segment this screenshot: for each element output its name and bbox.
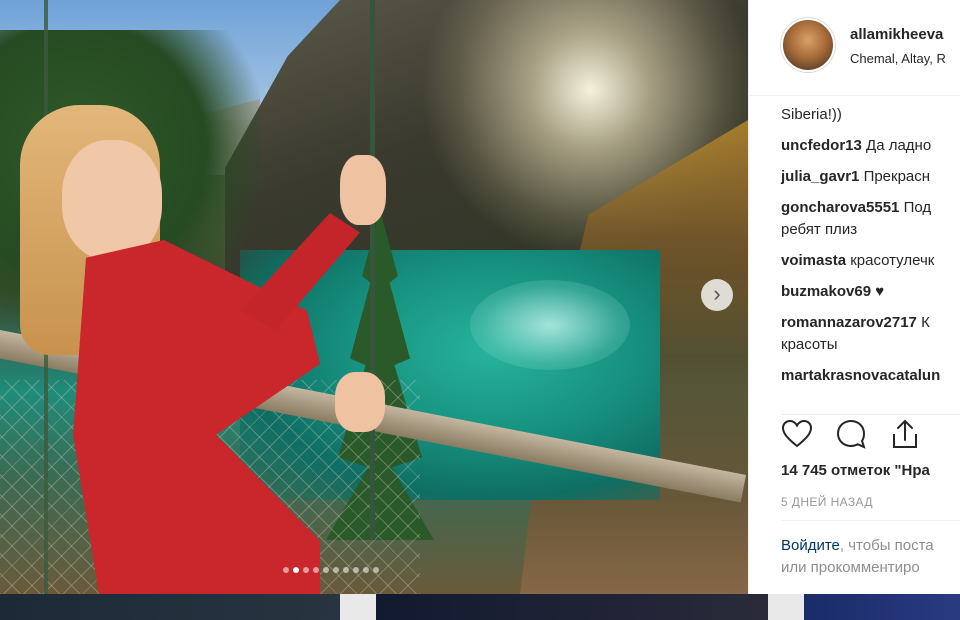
login-link[interactable]: Войдите <box>781 537 840 554</box>
comment-bubble-icon <box>836 419 866 449</box>
photo-rope-right <box>370 0 375 540</box>
share-button[interactable] <box>889 417 921 451</box>
photo-woman-hand-upper <box>340 155 386 225</box>
carousel-dot <box>373 567 379 573</box>
share-upload-icon <box>893 419 917 448</box>
comment-username[interactable]: romannazarov2717 <box>781 314 917 331</box>
comment-username[interactable]: voimasta <box>781 252 846 269</box>
related-thumb[interactable] <box>0 594 340 620</box>
related-thumb[interactable] <box>340 594 376 620</box>
heart-icon <box>781 419 813 448</box>
carousel-dot <box>303 567 309 573</box>
comment-text: Под <box>903 199 932 216</box>
comment-username[interactable]: martakrasnovacatalun <box>781 367 940 384</box>
carousel-dot <box>313 567 319 573</box>
comment-text-continued: красоты <box>781 336 838 353</box>
post-username[interactable]: allamikheeva <box>850 26 943 43</box>
comment-username[interactable]: uncfedor13 <box>781 137 862 154</box>
comment-button[interactable] <box>835 417 867 451</box>
login-text: , чтобы поста <box>839 537 934 554</box>
post-date[interactable]: 5 ДНЕЙ НАЗАД <box>781 495 873 509</box>
comment-text: К <box>921 314 930 331</box>
comment-text-continued: ребят плиз <box>781 221 858 238</box>
comment-item: voimasta красотулечк <box>781 250 960 272</box>
comment-text: Прекрасн <box>863 168 931 185</box>
comment-text: красотулечк <box>850 252 935 269</box>
post-actions <box>781 414 960 451</box>
photo-woman-hand-lower <box>335 372 385 432</box>
related-thumb[interactable] <box>768 594 804 620</box>
comments-list: Siberia!)) uncfedor13 Да ладно julia_gav… <box>781 104 960 396</box>
post-side-panel: allamikheeva Chemal, Altay, R Siberia!))… <box>748 0 960 594</box>
comment-text: Да ладно <box>866 137 932 154</box>
related-thumb[interactable] <box>376 594 768 620</box>
carousel-dot <box>343 567 349 573</box>
chevron-right-icon: › <box>713 281 721 306</box>
comment-username[interactable]: buzmakov69 <box>781 283 871 300</box>
comment-item: martakrasnovacatalun <box>781 365 960 387</box>
related-thumb[interactable] <box>804 594 960 620</box>
heart-emoji-icon: ♥ <box>875 283 885 300</box>
carousel-next-button[interactable]: › <box>701 279 733 311</box>
avatar[interactable] <box>781 18 835 72</box>
carousel-dot <box>323 567 329 573</box>
login-text-continued: или прокомментиро <box>781 559 920 576</box>
likes-count[interactable]: 14 745 отметок "Нра <box>781 462 930 479</box>
photo-river-shine <box>470 280 630 370</box>
comment-item: romannazarov2717 К красоты <box>781 312 960 356</box>
login-prompt: Войдите, чтобы поста или прокомментиро <box>781 520 960 579</box>
related-posts-strip <box>0 594 960 620</box>
comment-username[interactable]: goncharova5551 <box>781 199 899 216</box>
post-photo[interactable]: › <box>0 0 748 594</box>
carousel-dot <box>333 567 339 573</box>
caption-fragment: Siberia!)) <box>781 106 842 123</box>
comment-item: goncharova5551 Под ребят плиз <box>781 197 960 241</box>
comment-item: buzmakov69 ♥ <box>781 281 960 303</box>
photo-woman-face <box>62 140 162 260</box>
comment-username[interactable]: julia_gavr1 <box>781 168 859 185</box>
post-header: allamikheeva Chemal, Altay, R <box>749 0 960 96</box>
carousel-dot <box>283 567 289 573</box>
comment-item: uncfedor13 Да ладно <box>781 135 960 157</box>
carousel-dot <box>353 567 359 573</box>
like-button[interactable] <box>781 417 813 451</box>
carousel-dot <box>363 567 369 573</box>
comment-item: julia_gavr1 Прекрасн <box>781 166 960 188</box>
post-location[interactable]: Chemal, Altay, R <box>850 51 946 66</box>
carousel-dot <box>293 567 299 573</box>
carousel-dots <box>283 567 379 573</box>
